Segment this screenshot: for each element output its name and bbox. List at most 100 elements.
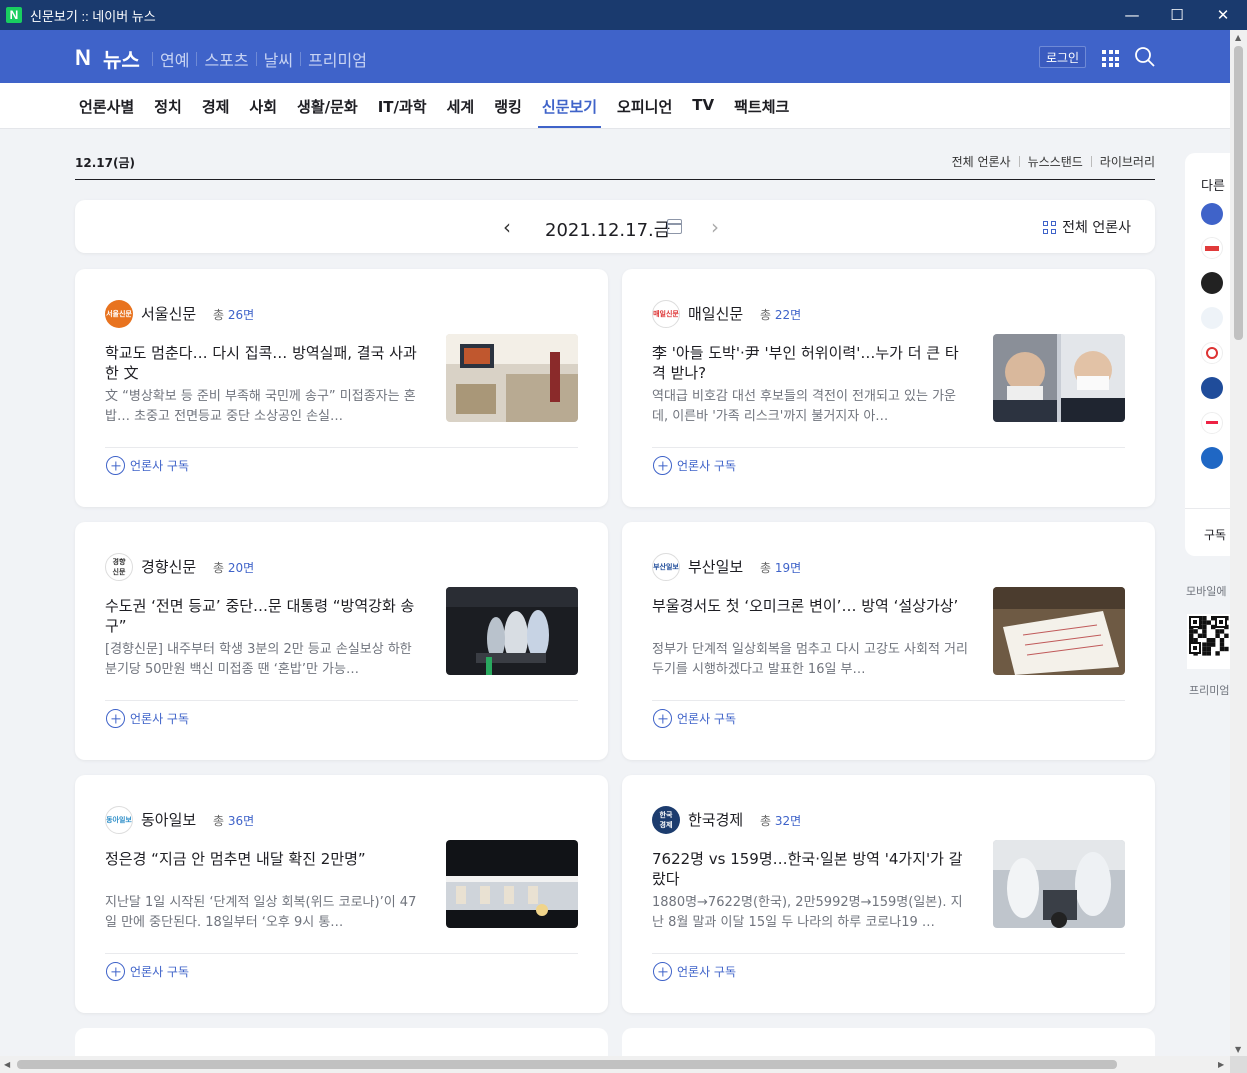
article-thumbnail[interactable] (993, 334, 1125, 422)
all-press-label: 전체 언론사 (1062, 220, 1131, 236)
minimize-button[interactable]: — (1109, 0, 1155, 30)
premium-label[interactable]: 프리미엄 (1189, 682, 1229, 698)
category-tab[interactable]: 오피니언 (617, 96, 672, 117)
press-logo-icon[interactable] (1201, 447, 1223, 469)
article-summary[interactable]: [경향신문] 내주부터 학생 3분의 2만 등교 손실보상 하한 분기당 50만… (105, 640, 423, 680)
news-logo[interactable]: 뉴스 (103, 44, 140, 73)
topnav-weather[interactable]: 날씨 (257, 47, 300, 71)
press-logo-icon[interactable] (1201, 272, 1223, 294)
category-tab[interactable]: 랭킹 (494, 96, 522, 117)
scroll-right-icon[interactable]: ▶ (1218, 1060, 1224, 1069)
press-logo-icon[interactable] (1201, 237, 1223, 259)
current-date: 2021.12.17.금 (545, 220, 671, 241)
press-logo-icon[interactable]: 경향 신문 (105, 553, 133, 581)
article-summary[interactable]: 文 “병상확보 등 준비 부족해 국민께 송구” 미접종자는 혼밥… 초중고 전… (105, 387, 423, 427)
scroll-up-icon[interactable]: ▲ (1235, 33, 1241, 42)
press-card: 한국 경제 한국경제 총 32면 7622명 vs 159명…한국·일본 방역 '4가지… (622, 775, 1155, 1013)
category-tab[interactable]: 팩트체크 (734, 96, 789, 117)
category-tab[interactable]: 세계 (447, 96, 475, 117)
category-tab[interactable]: TV (692, 96, 714, 117)
press-name[interactable]: 한국경제 (688, 809, 743, 830)
press-logo-icon[interactable] (1201, 307, 1223, 329)
naver-logo[interactable]: N (75, 45, 91, 71)
press-logo-icon[interactable] (1201, 342, 1223, 364)
rail-label: 다른 (1201, 179, 1225, 194)
page-count: 총 22면 (760, 308, 802, 322)
calendar-icon[interactable] (667, 219, 682, 234)
press-name[interactable]: 경향신문 (141, 556, 196, 577)
close-button[interactable]: ✕ (1200, 0, 1246, 30)
plus-circle-icon (653, 709, 672, 728)
vertical-scroll-thumb[interactable] (1234, 46, 1243, 340)
qr-code-icon (1187, 614, 1230, 669)
maximize-button[interactable]: ☐ (1154, 0, 1200, 30)
scroll-down-icon[interactable]: ▼ (1235, 1045, 1241, 1054)
press-name[interactable]: 부산일보 (688, 556, 743, 577)
subscribe-button[interactable]: 언론사 구독 (653, 962, 736, 981)
horizontal-scrollbar[interactable]: ◀ ▶ (0, 1056, 1230, 1073)
horizontal-scroll-thumb[interactable] (17, 1060, 1117, 1069)
vertical-scrollbar[interactable]: ▲ ▼ (1230, 30, 1247, 1056)
press-logo-icon[interactable] (1201, 412, 1223, 434)
article-headline[interactable]: 부울경서도 첫 ‘오미크론 변이’… 방역 ‘설상가상’ (652, 596, 970, 616)
press-logo-icon[interactable]: 매일신문 (652, 300, 680, 328)
plus-circle-icon (653, 962, 672, 981)
article-headline[interactable]: 李 '아들 도박'·尹 '부인 허위이력'…누가 더 큰 타격 받나? (652, 343, 970, 383)
subscribe-button[interactable]: 언론사 구독 (106, 709, 189, 728)
topnav-entertainment[interactable]: 연예 (153, 47, 196, 71)
press-logo-icon[interactable]: 부산일보 (652, 553, 680, 581)
link-newsstand[interactable]: 뉴스스탠드 (1028, 153, 1083, 170)
scroll-left-icon[interactable]: ◀ (4, 1060, 10, 1069)
category-tab[interactable]: 언론사별 (79, 96, 134, 117)
article-thumbnail[interactable] (993, 840, 1125, 928)
category-tab[interactable]: 생활/문화 (297, 96, 358, 117)
press-logo-icon[interactable] (1201, 377, 1223, 399)
press-name[interactable]: 동아일보 (141, 809, 196, 830)
subscribe-button[interactable]: 언론사 구독 (106, 962, 189, 981)
category-tab[interactable]: 신문보기 (537, 96, 602, 128)
article-summary[interactable]: 1880명→7622명(한국), 2만5992명→159명(일본). 지난 8월… (652, 893, 970, 933)
article-thumbnail[interactable] (446, 587, 578, 675)
press-logo-icon[interactable]: 한국 경제 (652, 806, 680, 834)
topnav-premium[interactable]: 프리미엄 (301, 47, 374, 71)
subscribe-button[interactable]: 언론사 구독 (106, 456, 189, 475)
press-name[interactable]: 서울신문 (141, 303, 196, 324)
page-count: 총 26면 (213, 308, 255, 322)
press-logo-icon[interactable] (1201, 203, 1223, 225)
article-headline[interactable]: 수도권 ‘전면 등교’ 중단…문 대통령 “방역강화 송구” (105, 596, 423, 636)
window-title: 신문보기 :: 네이버 뉴스 (30, 8, 156, 24)
subscribe-button[interactable]: 언론사 구독 (653, 709, 736, 728)
search-icon[interactable] (1134, 46, 1156, 68)
category-tab[interactable]: 사회 (249, 96, 277, 117)
topnav-sports[interactable]: 스포츠 (197, 47, 255, 71)
subscribe-button[interactable]: 언론사 구독 (653, 456, 736, 475)
press-card: 경향 신문 경향신문 총 20면 수도권 ‘전면 등교’ 중단…문 대통령 “방역강화 … (75, 522, 608, 760)
category-tab[interactable]: 경제 (202, 96, 230, 117)
article-headline[interactable]: 7622명 vs 159명…한국·일본 방역 '4가지'가 갈랐다 (652, 849, 970, 889)
article-headline[interactable]: 학교도 멈춘다… 다시 집콕… 방역실패, 결국 사과한 文 (105, 343, 423, 383)
plus-circle-icon (653, 456, 672, 475)
category-tab[interactable]: IT/과학 (378, 96, 427, 117)
category-tab[interactable]: 정치 (154, 96, 182, 117)
press-logo-icon[interactable]: 동아일보 (105, 806, 133, 834)
article-thumbnail[interactable] (446, 840, 578, 928)
login-button[interactable]: 로그인 (1039, 46, 1086, 68)
article-summary[interactable]: 역대급 비호감 대선 후보들의 격전이 전개되고 있는 가운데, 이른바 '가족… (652, 387, 970, 427)
article-summary[interactable]: 정부가 단계적 일상회복을 멈추고 다시 고강도 사회적 거리 두기를 시행하겠… (652, 640, 970, 680)
link-library[interactable]: 라이브러리 (1100, 153, 1155, 170)
press-name[interactable]: 매일신문 (688, 303, 743, 324)
apps-grid-icon[interactable] (1102, 50, 1119, 67)
rail-subscribe[interactable]: 구독 (1204, 526, 1226, 543)
next-date-chevron-icon[interactable]: › (711, 215, 719, 239)
mobile-label: 모바일에 (1186, 585, 1227, 598)
press-logo-icon[interactable]: 서울신문 (105, 300, 133, 328)
article-headline[interactable]: 정은경 “지금 안 멈추면 내달 확진 2만명” (105, 849, 423, 869)
article-thumbnail[interactable] (446, 334, 578, 422)
link-all-press[interactable]: 전체 언론사 (952, 153, 1011, 170)
grid-view-icon (1043, 220, 1057, 234)
prev-date-chevron-icon[interactable]: ‹ (503, 215, 511, 239)
all-press-button[interactable]: 전체 언론사 (1043, 217, 1131, 237)
article-thumbnail[interactable] (993, 587, 1125, 675)
category-nav: 언론사별 정치 경제 사회 생활/문화 IT/과학 세계 랭킹 신문보기 오피니언 TV 팩트체크 (0, 83, 1230, 129)
article-summary[interactable]: 지난달 1일 시작된 ‘단계적 일상 회복(위드 코로나)’이 47일 만에 중… (105, 893, 423, 933)
